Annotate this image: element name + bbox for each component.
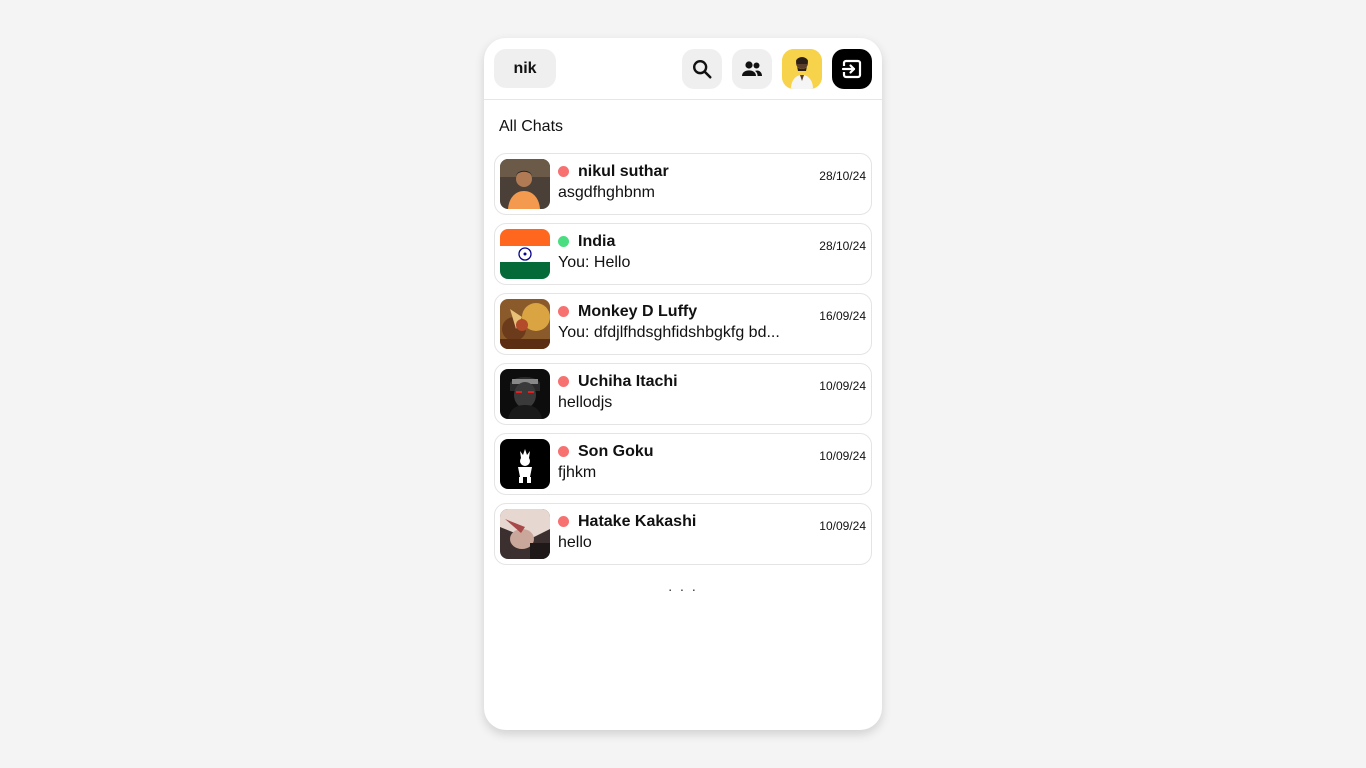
chat-name: Son Goku bbox=[578, 443, 654, 460]
chat-name: Uchiha Itachi bbox=[578, 373, 678, 390]
chat-item-hatake-kakashi[interactable]: Hatake Kakashi hello 10/09/24 bbox=[494, 503, 872, 565]
avatar bbox=[500, 439, 550, 489]
chat-item-son-goku[interactable]: Son Goku fjhkm 10/09/24 bbox=[494, 433, 872, 495]
search-button[interactable] bbox=[682, 49, 722, 89]
chat-item-uchiha-itachi[interactable]: Uchiha Itachi hellodjs 10/09/24 bbox=[494, 363, 872, 425]
chat-last-message: You: dfdjlfhdsghfidshbgkfg bd... bbox=[558, 324, 780, 341]
avatar bbox=[500, 369, 550, 419]
chat-item-india[interactable]: India You: Hello 28/10/24 bbox=[494, 223, 872, 285]
chat-last-message: fjhkm bbox=[558, 464, 597, 481]
chat-date: 10/09/24 bbox=[819, 449, 866, 463]
avatar bbox=[500, 509, 550, 559]
status-dot-online bbox=[558, 236, 569, 247]
avatar bbox=[500, 159, 550, 209]
chat-list: nikul suthar asgdfhghbnm 28/10/24 India … bbox=[494, 153, 872, 573]
avatar bbox=[500, 299, 550, 349]
friends-icon bbox=[742, 61, 762, 76]
status-dot-offline bbox=[558, 446, 569, 457]
search-icon bbox=[693, 60, 712, 79]
chat-last-message: hellodjs bbox=[558, 394, 613, 411]
profile-avatar bbox=[782, 49, 822, 89]
loading-indicator: . . . bbox=[668, 578, 698, 594]
logout-icon bbox=[841, 59, 862, 79]
chat-last-message: You: Hello bbox=[558, 254, 631, 271]
profile-button[interactable] bbox=[782, 49, 822, 89]
header-bar: nik bbox=[484, 38, 882, 100]
status-dot-offline bbox=[558, 166, 569, 177]
chat-name: nikul suthar bbox=[578, 163, 669, 180]
chat-last-message: hello bbox=[558, 534, 592, 551]
chat-date: 16/09/24 bbox=[819, 309, 866, 323]
chat-date: 28/10/24 bbox=[819, 169, 866, 183]
logout-button[interactable] bbox=[832, 49, 872, 89]
username-chip[interactable]: nik bbox=[494, 49, 556, 88]
chat-date: 10/09/24 bbox=[819, 379, 866, 393]
chat-name: India bbox=[578, 233, 616, 250]
chat-app-panel: nik All Chats nikul suthar asgdfhghbnm 2… bbox=[484, 38, 882, 730]
status-dot-offline bbox=[558, 516, 569, 527]
status-dot-offline bbox=[558, 376, 569, 387]
chat-last-message: asgdfhghbnm bbox=[558, 184, 655, 201]
friends-button[interactable] bbox=[732, 49, 772, 89]
status-dot-offline bbox=[558, 306, 569, 317]
chat-name: Monkey D Luffy bbox=[578, 303, 698, 320]
chat-item-nikul-suthar[interactable]: nikul suthar asgdfhghbnm 28/10/24 bbox=[494, 153, 872, 215]
avatar bbox=[500, 229, 550, 279]
section-title: All Chats bbox=[499, 118, 564, 135]
chat-item-monkey-d-luffy[interactable]: Monkey D Luffy You: dfdjlfhdsghfidshbgkf… bbox=[494, 293, 872, 355]
chat-date: 10/09/24 bbox=[819, 519, 866, 533]
chat-name: Hatake Kakashi bbox=[578, 513, 697, 530]
chat-date: 28/10/24 bbox=[819, 239, 866, 253]
